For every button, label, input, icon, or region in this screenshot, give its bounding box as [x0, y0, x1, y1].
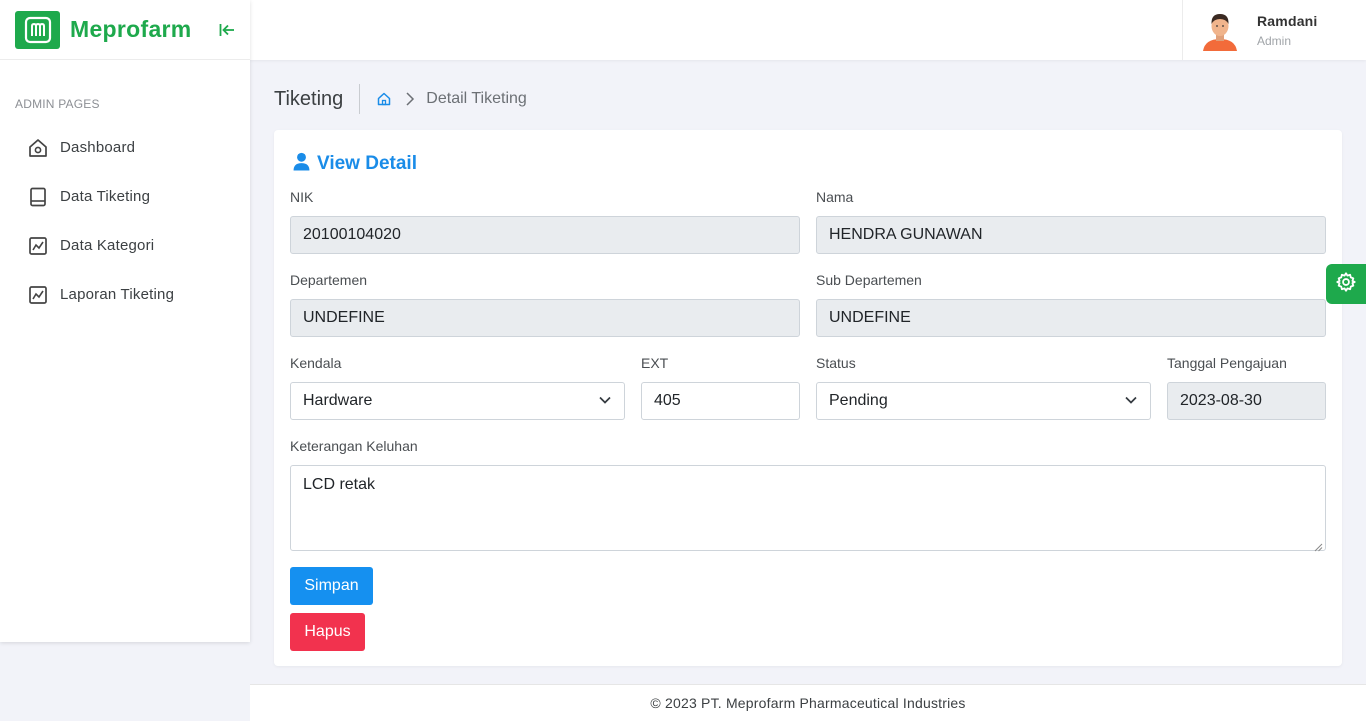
kendala-value: Hardware	[303, 392, 373, 409]
save-button[interactable]: Simpan	[290, 567, 373, 605]
status-select[interactable]: Pending	[816, 382, 1151, 420]
avatar	[1199, 9, 1241, 51]
keterangan-label: Keterangan Keluhan	[290, 438, 418, 454]
collapse-sidebar-icon[interactable]	[217, 20, 237, 40]
chevron-right-icon	[404, 91, 416, 107]
tanggal-pengajuan-field[interactable]: 2023-08-30	[1167, 382, 1326, 420]
sidebar-menu: Dashboard Data Tiketing Data Kategori La…	[0, 123, 250, 319]
departemen-label: Departemen	[290, 272, 368, 288]
user-menu[interactable]: Ramdani Admin	[1182, 0, 1366, 60]
nama-field[interactable]: HENDRA GUNAWAN	[816, 216, 1326, 254]
status-value: Pending	[829, 392, 888, 409]
kendala-label: Kendala	[290, 355, 342, 371]
sidebar-item-dashboard[interactable]: Dashboard	[0, 123, 250, 172]
divider	[359, 84, 361, 114]
kendala-select[interactable]: Hardware	[290, 382, 625, 420]
user-role: Admin	[1257, 33, 1292, 48]
gear-icon	[1335, 271, 1357, 298]
delete-button[interactable]: Hapus	[290, 613, 365, 651]
breadcrumb: Tiketing Detail Tiketing	[274, 84, 527, 114]
sub-departemen-field[interactable]: UNDEFINE	[816, 299, 1326, 337]
sidebar-section-title: ADMIN PAGES	[15, 97, 100, 111]
home-icon	[27, 137, 49, 159]
nik-field[interactable]: 20100104020	[290, 216, 800, 254]
settings-button[interactable]	[1326, 264, 1366, 304]
chart-icon	[27, 235, 49, 257]
card-title: View Detail	[292, 152, 417, 176]
tanggal-pengajuan-label: Tanggal Pengajuan	[1167, 355, 1287, 371]
resize-handle-icon[interactable]	[1314, 539, 1323, 552]
sidebar-item-label: Dashboard	[60, 139, 136, 156]
footer: © 2023 PT. Meprofarm Pharmaceutical Indu…	[250, 684, 1366, 721]
brand-name[interactable]: Meprofarm	[70, 16, 192, 43]
brand: Meprofarm	[0, 0, 250, 60]
keterangan-value: LCD retak	[303, 476, 376, 493]
book-icon	[27, 186, 49, 208]
footer-text: © 2023 PT. Meprofarm Pharmaceutical Indu…	[650, 695, 966, 711]
status-label: Status	[816, 355, 856, 371]
sidebar-item-laporan-tiketing[interactable]: Laporan Tiketing	[0, 270, 250, 319]
user-name: Ramdani	[1257, 12, 1318, 29]
chevron-down-icon	[1124, 392, 1138, 410]
card-title-text: View Detail	[317, 153, 417, 174]
sidebar-item-data-kategori[interactable]: Data Kategori	[0, 221, 250, 270]
departemen-field[interactable]: UNDEFINE	[290, 299, 800, 337]
nik-label: NIK	[290, 189, 314, 205]
breadcrumb-current: Detail Tiketing	[426, 90, 527, 107]
sidebar-item-label: Data Kategori	[60, 237, 155, 254]
ext-field[interactable]: 405	[641, 382, 800, 420]
keterangan-textarea[interactable]: LCD retak	[290, 465, 1326, 552]
chevron-down-icon	[598, 392, 612, 410]
ext-label: EXT	[641, 355, 669, 371]
nama-label: Nama	[816, 189, 854, 205]
meprofarm-logo-icon[interactable]	[15, 10, 60, 49]
sidebar: Meprofarm ADMIN PAGES Dashboard Data Tik…	[0, 0, 250, 642]
view-detail-card: View Detail NIK 20100104020 Nama HENDRA …	[274, 130, 1342, 666]
home-icon[interactable]	[376, 90, 394, 108]
sub-departemen-label: Sub Departemen	[816, 272, 922, 288]
page-title: Tiketing	[274, 87, 344, 110]
topbar: Ramdani Admin	[250, 0, 1366, 60]
sidebar-item-label: Laporan Tiketing	[60, 286, 175, 303]
sidebar-item-data-tiketing[interactable]: Data Tiketing	[0, 172, 250, 221]
user-icon	[292, 152, 311, 176]
sidebar-item-label: Data Tiketing	[60, 188, 151, 205]
chart-icon	[27, 284, 49, 306]
